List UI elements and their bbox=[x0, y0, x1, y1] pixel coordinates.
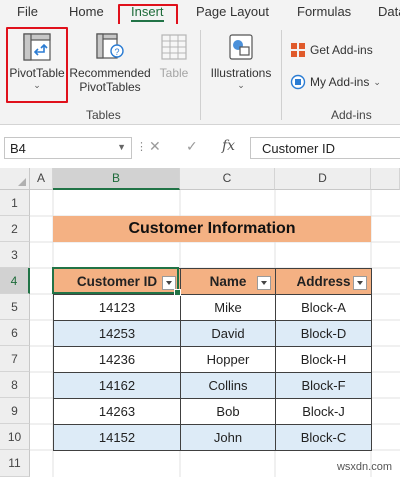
header-address: Address bbox=[296, 274, 351, 289]
pivottable-highlight bbox=[6, 27, 68, 103]
row-header[interactable]: 3 bbox=[0, 242, 30, 268]
tab-file[interactable]: File bbox=[17, 4, 38, 19]
table-row: 14253 David Block-D bbox=[53, 320, 372, 347]
store-icon bbox=[291, 43, 305, 57]
ribbon-tab-bar: File Home Insert Page Layout Formulas Da… bbox=[0, 0, 400, 24]
recommended-label-line1: Recommended bbox=[69, 66, 151, 80]
chevron-down-icon: ⌄ bbox=[373, 77, 381, 87]
addin-icon bbox=[290, 74, 306, 90]
row-header[interactable]: 9 bbox=[0, 398, 30, 424]
tab-formulas[interactable]: Formulas bbox=[297, 4, 351, 19]
row-header[interactable]: 5 bbox=[0, 294, 30, 320]
table-cell[interactable]: 14236 bbox=[53, 346, 181, 373]
tab-data[interactable]: Data bbox=[378, 4, 400, 19]
header-name: Name bbox=[209, 274, 247, 289]
table-header-cell[interactable]: Address bbox=[275, 268, 372, 295]
enter-icon[interactable]: ✓ bbox=[186, 138, 198, 155]
row-header-selected[interactable]: 4 bbox=[0, 268, 30, 294]
formula-input[interactable]: Customer ID bbox=[250, 137, 400, 159]
table-cell[interactable]: 14263 bbox=[53, 398, 181, 425]
column-header-c[interactable]: C bbox=[180, 168, 275, 190]
recommended-label-line2: PivotTables bbox=[79, 80, 141, 94]
name-box[interactable]: B4 ▼ bbox=[4, 137, 132, 159]
tab-home[interactable]: Home bbox=[69, 4, 104, 19]
table-row: 14152 John Block-C bbox=[53, 424, 372, 451]
table-cell[interactable]: Collins bbox=[180, 372, 276, 399]
customer-table: Customer ID Name Address 14123 Mike Bloc… bbox=[53, 268, 372, 451]
table-button[interactable]: Table bbox=[155, 32, 193, 80]
filter-dropdown-icon[interactable] bbox=[162, 276, 176, 290]
row-header[interactable]: 6 bbox=[0, 320, 30, 346]
fx-icon[interactable]: fx bbox=[222, 138, 235, 154]
get-addins-button[interactable]: Get Add-ins bbox=[290, 42, 373, 58]
recommended-pivottables-icon: ? bbox=[96, 33, 124, 59]
filter-dropdown-icon[interactable] bbox=[257, 276, 271, 290]
column-header-e[interactable] bbox=[371, 168, 400, 190]
filter-dropdown-icon[interactable] bbox=[353, 276, 367, 290]
chevron-down-icon: ⌄ bbox=[237, 80, 245, 90]
my-addins-button[interactable]: My Add-ins ⌄ bbox=[290, 74, 381, 90]
row-header[interactable]: 2 bbox=[0, 216, 30, 242]
ribbon: PivotTable ⌄ ? Recommended PivotTables T… bbox=[0, 24, 400, 125]
column-header-a[interactable]: A bbox=[30, 168, 53, 190]
table-cell[interactable]: 14253 bbox=[53, 320, 181, 347]
table-header-cell[interactable]: Name bbox=[180, 268, 276, 295]
table-cell[interactable]: Bob bbox=[180, 398, 276, 425]
tables-group-label: Tables bbox=[86, 108, 121, 122]
addins-group-label: Add-ins bbox=[331, 108, 372, 122]
my-addins-label: My Add-ins bbox=[310, 75, 370, 89]
column-header-d[interactable]: D bbox=[275, 168, 371, 190]
watermark-text: wsxdn.com bbox=[336, 461, 392, 473]
group-separator bbox=[200, 30, 201, 120]
select-all-corner[interactable] bbox=[0, 168, 30, 190]
table-cell[interactable]: 14152 bbox=[53, 424, 181, 451]
illustrations-label: Illustrations bbox=[210, 66, 272, 80]
row-header[interactable]: 11 bbox=[0, 450, 30, 477]
formula-value: Customer ID bbox=[262, 141, 335, 156]
table-row: 14263 Bob Block-J bbox=[53, 398, 372, 425]
chevron-down-icon[interactable]: ▼ bbox=[117, 142, 126, 152]
name-box-value: B4 bbox=[10, 141, 26, 156]
cancel-icon[interactable]: ✕ bbox=[149, 138, 161, 155]
table-cell[interactable]: Block-C bbox=[275, 424, 372, 451]
table-header-row: Customer ID Name Address bbox=[53, 268, 372, 295]
header-customer-id: Customer ID bbox=[76, 274, 158, 289]
table-cell[interactable]: John bbox=[180, 424, 276, 451]
table-label: Table bbox=[159, 66, 189, 80]
table-cell[interactable]: Block-J bbox=[275, 398, 372, 425]
column-header-b[interactable]: B bbox=[53, 168, 180, 190]
illustrations-icon bbox=[229, 34, 253, 60]
row-header[interactable]: 10 bbox=[0, 424, 30, 450]
recommended-pivottables-button[interactable]: ? Recommended PivotTables bbox=[68, 32, 152, 94]
sheet-title[interactable]: Customer Information bbox=[53, 216, 371, 242]
table-row: 14123 Mike Block-A bbox=[53, 294, 372, 321]
table-row: 14162 Collins Block-F bbox=[53, 372, 372, 399]
table-cell[interactable]: Block-A bbox=[275, 294, 372, 321]
row-header[interactable]: 7 bbox=[0, 346, 30, 372]
table-cell[interactable]: Block-H bbox=[275, 346, 372, 373]
group-separator bbox=[281, 30, 282, 120]
table-cell[interactable]: 14162 bbox=[53, 372, 181, 399]
illustrations-button[interactable]: Illustrations ⌄ bbox=[207, 32, 275, 90]
table-header-cell[interactable]: Customer ID bbox=[53, 268, 181, 295]
row-header[interactable]: 1 bbox=[0, 190, 30, 216]
table-cell[interactable]: David bbox=[180, 320, 276, 347]
tab-page-layout[interactable]: Page Layout bbox=[196, 4, 269, 19]
table-icon bbox=[161, 34, 187, 60]
table-cell[interactable]: 14123 bbox=[53, 294, 181, 321]
svg-text:?: ? bbox=[114, 47, 119, 57]
row-header[interactable]: 8 bbox=[0, 372, 30, 398]
resize-handle-icon[interactable]: ⋮ bbox=[136, 140, 147, 153]
table-cell[interactable]: Block-F bbox=[275, 372, 372, 399]
formula-bar: B4 ▼ ⋮ ✕ ✓ fx Customer ID bbox=[0, 126, 400, 166]
table-cell[interactable]: Block-D bbox=[275, 320, 372, 347]
table-cell[interactable]: Mike bbox=[180, 294, 276, 321]
get-addins-label: Get Add-ins bbox=[310, 43, 373, 57]
table-cell[interactable]: Hopper bbox=[180, 346, 276, 373]
table-row: 14236 Hopper Block-H bbox=[53, 346, 372, 373]
